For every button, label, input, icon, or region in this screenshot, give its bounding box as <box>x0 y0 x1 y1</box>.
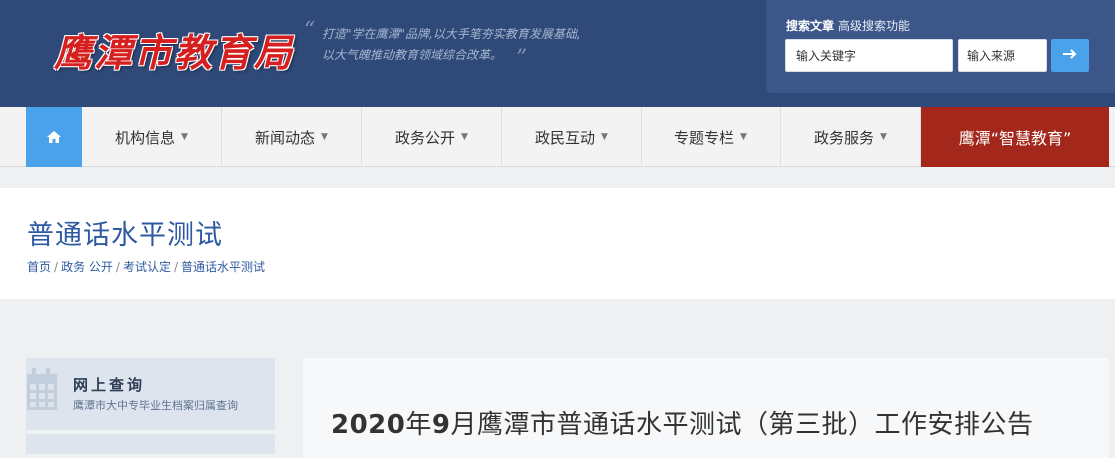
keyword-input[interactable] <box>785 39 953 72</box>
sidebar-card-title: 网上查询 <box>73 376 146 394</box>
home-icon <box>47 131 61 143</box>
caret-down-icon: ▼ <box>601 132 608 142</box>
search-submit-button[interactable] <box>1051 39 1089 72</box>
arrow-right-icon <box>1063 48 1077 59</box>
nav-item-label: 政民互动 <box>535 128 596 147</box>
site-logo[interactable]: 鹰潭市教育局 <box>54 22 294 77</box>
advanced-search-link[interactable]: 高级搜索功能 <box>838 19 910 33</box>
breadcrumb-gov-disclosure[interactable]: 政务 公开 <box>61 260 113 274</box>
nav-item-label: 新闻动态 <box>255 128 316 147</box>
article-title-rest: 月鹰潭市普通话水平测试（第三批）工作安排公告 <box>450 410 1034 440</box>
nav-item-org-info[interactable]: 机构信息 ▼ <box>82 107 222 167</box>
site-header: 鹰潭市教育局 “ 打造"学在鹰潭"品牌,以大手笔夯实教育发展基础, 以大气魄推动… <box>0 0 1115 107</box>
breadcrumb-home[interactable]: 首页 <box>27 260 51 274</box>
sidebar-card-next[interactable] <box>26 434 275 454</box>
page-title-band: 普通话水平测试 首页 / 政务 公开 / 考试认定 / 普通话水平测试 <box>0 188 1115 299</box>
quote-open-mark: “ <box>304 18 316 43</box>
page-title: 普通话水平测试 <box>27 220 223 251</box>
breadcrumb-exam[interactable]: 考试认定 <box>123 260 171 274</box>
article-title-year-unit: 年 <box>405 410 432 440</box>
nav-item-label: 专题专栏 <box>674 128 735 147</box>
nav-item-interaction[interactable]: 政民互动 ▼ <box>502 107 642 167</box>
nav-item-label: 政务公开 <box>395 128 456 147</box>
breadcrumb-separator: / <box>173 260 178 274</box>
slogan-line-1: 打造"学在鹰潭"品牌,以大手笔夯实教育发展基础, <box>322 27 581 41</box>
article-title: 2020年9月鹰潭市普通话水平测试（第三批）工作安排公告 <box>331 404 1034 441</box>
source-input[interactable] <box>958 39 1047 72</box>
calendar-icon <box>27 368 57 410</box>
breadcrumb: 首页 / 政务 公开 / 考试认定 / 普通话水平测试 <box>27 258 265 275</box>
header-slogan: “ 打造"学在鹰潭"品牌,以大手笔夯实教育发展基础, 以大气魄推动教育领域综合改… <box>304 20 581 71</box>
nav-smart-education[interactable]: 鹰潭“智慧教育” <box>921 107 1109 167</box>
breadcrumb-current[interactable]: 普通话水平测试 <box>181 260 265 274</box>
caret-down-icon: ▼ <box>181 132 188 142</box>
caret-down-icon: ▼ <box>461 132 468 142</box>
caret-down-icon: ▼ <box>880 132 887 142</box>
article-panel: 2020年9月鹰潭市普通话水平测试（第三批）工作安排公告 <box>303 358 1109 458</box>
nav-item-gov-services[interactable]: 政务服务 ▼ <box>781 107 921 167</box>
nav-item-news[interactable]: 新闻动态 ▼ <box>222 107 362 167</box>
main-nav: 机构信息 ▼ 新闻动态 ▼ 政务公开 ▼ 政民互动 ▼ 专题专栏 ▼ 政务服务 ▼ 鹰潭“智… <box>0 107 1115 167</box>
quote-close-mark: ” <box>516 46 528 71</box>
article-title-year: 2020 <box>331 410 406 440</box>
nav-item-label: 政务服务 <box>814 128 875 147</box>
slogan-line-2: 以大气魄推动教育领域综合改革。 <box>322 48 503 62</box>
caret-down-icon: ▼ <box>321 132 328 142</box>
breadcrumb-separator: / <box>115 260 120 274</box>
search-heading: 搜索文章 高级搜索功能 <box>786 17 910 34</box>
nav-item-special-topics[interactable]: 专题专栏 ▼ <box>641 107 781 167</box>
article-title-month: 9 <box>431 410 451 440</box>
search-label: 搜索文章 <box>786 19 835 33</box>
breadcrumb-separator: / <box>54 260 59 274</box>
sidebar-online-query-card[interactable]: 网上查询 鹰潭市大中专毕业生档案归属查询 <box>26 358 275 430</box>
search-panel: 搜索文章 高级搜索功能 <box>766 0 1115 93</box>
nav-home-button[interactable] <box>26 107 82 167</box>
nav-item-label: 机构信息 <box>115 128 176 147</box>
nav-item-gov-disclosure[interactable]: 政务公开 ▼ <box>362 107 502 167</box>
sidebar-card-subtitle: 鹰潭市大中专毕业生档案归属查询 <box>73 399 238 412</box>
caret-down-icon: ▼ <box>740 132 747 142</box>
